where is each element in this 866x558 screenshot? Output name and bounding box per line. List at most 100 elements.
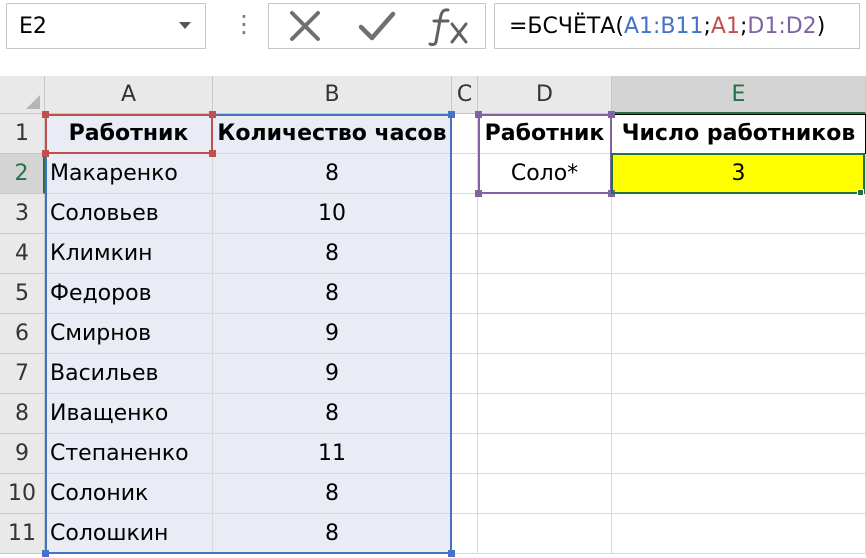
row-header-9[interactable]: 9 [0, 434, 45, 474]
cell-d3[interactable] [478, 194, 612, 234]
cell-d4[interactable] [478, 234, 612, 274]
cell-c6[interactable] [452, 314, 478, 354]
column-header-d[interactable]: D [478, 76, 612, 114]
enter-button[interactable] [349, 6, 405, 46]
cell-d2[interactable]: Соло* [478, 154, 612, 194]
formula-part: =БСЧЁТА( [509, 14, 624, 39]
row-header-4[interactable]: 4 [0, 234, 45, 274]
cell-d5[interactable] [478, 274, 612, 314]
cell-d6[interactable] [478, 314, 612, 354]
name-box[interactable]: E2 [6, 3, 206, 49]
cell-b1[interactable]: Количество часов [213, 114, 452, 154]
cell-a7[interactable]: Васильев [45, 354, 213, 394]
cell-e9[interactable] [612, 434, 866, 474]
cell-c8[interactable] [452, 394, 478, 434]
row-header-1[interactable]: 1 [0, 114, 45, 154]
cell-b3[interactable]: 10 [213, 194, 452, 234]
cell-e11[interactable] [612, 514, 866, 554]
column-header-b[interactable]: B [213, 76, 452, 114]
row-header-7[interactable]: 7 [0, 354, 45, 394]
cell-c2[interactable] [452, 154, 478, 194]
range-d1-d2-handle[interactable] [608, 190, 615, 197]
column-header-e[interactable]: E [612, 76, 866, 114]
cell-a8[interactable]: Иващенко [45, 394, 213, 434]
cell-b2[interactable]: 8 [213, 154, 452, 194]
cell-c4[interactable] [452, 234, 478, 274]
formula-buttons [268, 3, 486, 49]
fx-icon [428, 8, 468, 46]
cell-e4[interactable] [612, 234, 866, 274]
row-header-10[interactable]: 10 [0, 474, 45, 514]
row-header-3[interactable]: 3 [0, 194, 45, 234]
range-a1-b11-handle[interactable] [448, 550, 455, 557]
formula-part: ; [703, 14, 711, 39]
cell-c1[interactable] [452, 114, 478, 154]
cell-c3[interactable] [452, 194, 478, 234]
cell-b10[interactable]: 8 [213, 474, 452, 514]
formula-input[interactable]: =БСЧЁТА(A1:B11;A1;D1:D2) [494, 3, 860, 49]
formula-text: =БСЧЁТА(A1:B11;A1;D1:D2) [509, 14, 825, 39]
row-header-6[interactable]: 6 [0, 314, 45, 354]
cell-e7[interactable] [612, 354, 866, 394]
range-d1-d2-handle[interactable] [475, 111, 482, 118]
fill-handle[interactable] [857, 189, 864, 196]
select-all-button[interactable] [0, 76, 45, 114]
cell-e3[interactable] [612, 194, 866, 234]
cell-c7[interactable] [452, 354, 478, 394]
name-box-value: E2 [19, 14, 47, 39]
select-all-icon [26, 95, 40, 109]
cell-c11[interactable] [452, 514, 478, 554]
chevron-down-icon[interactable] [179, 22, 191, 29]
cell-a1[interactable]: Работник [45, 114, 213, 154]
cell-a11[interactable]: Солошкин [45, 514, 213, 554]
range-a1-b11-handle[interactable] [42, 550, 49, 557]
cell-e1[interactable]: Число работников [612, 114, 866, 154]
cell-a2[interactable]: Макаренко [45, 154, 213, 194]
cell-d11[interactable] [478, 514, 612, 554]
range-a1-b11-handle[interactable] [448, 111, 455, 118]
column-header-c[interactable]: C [452, 76, 478, 114]
row-header-11[interactable]: 11 [0, 514, 45, 554]
cell-b7[interactable]: 9 [213, 354, 452, 394]
range-a1-handle[interactable] [42, 111, 49, 118]
cell-c9[interactable] [452, 434, 478, 474]
cell-c5[interactable] [452, 274, 478, 314]
row-header-8[interactable]: 8 [0, 394, 45, 434]
cell-e6[interactable] [612, 314, 866, 354]
cell-e8[interactable] [612, 394, 866, 434]
range-a1-handle[interactable] [42, 150, 49, 157]
cell-a6[interactable]: Смирнов [45, 314, 213, 354]
cell-a3[interactable]: Соловьев [45, 194, 213, 234]
cell-b8[interactable]: 8 [213, 394, 452, 434]
range-a1-handle[interactable] [209, 111, 216, 118]
cell-c10[interactable] [452, 474, 478, 514]
cell-e5[interactable] [612, 274, 866, 314]
more-options-icon[interactable]: ⋮ [232, 12, 256, 36]
row-header-2[interactable]: 2 [0, 154, 45, 194]
column-header-a[interactable]: A [45, 76, 213, 114]
cancel-button[interactable] [277, 6, 333, 46]
range-d1-d2-handle[interactable] [475, 190, 482, 197]
cell-d8[interactable] [478, 394, 612, 434]
cell-b9[interactable]: 11 [213, 434, 452, 474]
range-a1-handle[interactable] [209, 150, 216, 157]
cell-a5[interactable]: Федоров [45, 274, 213, 314]
cell-b5[interactable]: 8 [213, 274, 452, 314]
cell-e2[interactable]: 3 [612, 154, 866, 194]
range-d1-d2-handle[interactable] [608, 111, 615, 118]
insert-function-button[interactable] [421, 6, 477, 46]
cell-b6[interactable]: 9 [213, 314, 452, 354]
cell-a10[interactable]: Солоник [45, 474, 213, 514]
cell-d7[interactable] [478, 354, 612, 394]
cell-d10[interactable] [478, 474, 612, 514]
row-header-5[interactable]: 5 [0, 274, 45, 314]
cell-b4[interactable]: 8 [213, 234, 452, 274]
formula-bar: E2 ⋮ =БСЧЁТА(A1:B11;A1;D1:D2) [0, 0, 866, 62]
cell-e10[interactable] [612, 474, 866, 514]
cell-a9[interactable]: Степаненко [45, 434, 213, 474]
cell-b11[interactable]: 8 [213, 514, 452, 554]
cell-d1[interactable]: Работник [478, 114, 612, 154]
cell-d9[interactable] [478, 434, 612, 474]
x-icon [290, 11, 320, 41]
cell-a4[interactable]: Климкин [45, 234, 213, 274]
